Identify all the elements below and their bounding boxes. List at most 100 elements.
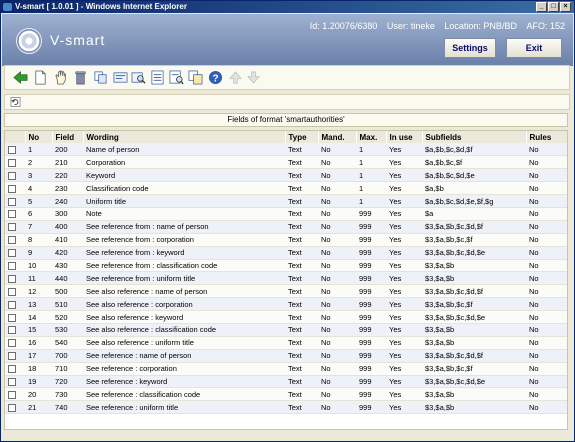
row-checkbox[interactable] — [8, 223, 16, 232]
header-subfields[interactable]: Subfields — [422, 131, 527, 143]
cell-wording: See also reference : corporation — [83, 297, 285, 312]
cell-in-use: Yes — [386, 143, 422, 157]
settings-button[interactable]: Settings — [444, 38, 496, 58]
table-row[interactable]: 9 420 See reference from : keyword Text No 99… — [5, 246, 567, 260]
search-list-icon[interactable] — [169, 70, 184, 85]
table-row[interactable]: 4 230 Classification code Text No 1 Yes $a,$b No — [5, 181, 567, 196]
table-row[interactable]: 12 500 See also reference : name of person… — [5, 284, 567, 299]
cell-rules: No — [526, 375, 567, 389]
minimize-button[interactable]: _ — [536, 2, 547, 12]
row-checkbox[interactable] — [8, 261, 16, 270]
undo-icon[interactable] — [10, 97, 21, 107]
new-document-icon[interactable] — [33, 70, 48, 85]
search-zoom-icon[interactable] — [131, 70, 146, 85]
table-row[interactable]: 11 440 See reference from : uniform title T… — [5, 271, 567, 286]
header-in-use[interactable]: In use — [386, 131, 423, 143]
cell-field: 200 — [52, 143, 83, 157]
cell-in-use: Yes — [386, 323, 422, 337]
app-header: V-smart Id: 1.20076/6380 User: tineke Lo… — [2, 14, 573, 66]
table-row[interactable]: 14 520 See also reference : keyword Text No 9… — [5, 310, 567, 324]
cell-wording: See also reference : keyword — [83, 310, 285, 324]
edit-list-icon[interactable] — [150, 70, 165, 85]
table-row[interactable]: 18 710 See reference : corporation Text No 99… — [5, 362, 567, 376]
table-row[interactable]: 17 700 See reference : name of person Text N… — [5, 349, 567, 363]
row-checkbox[interactable] — [8, 210, 16, 219]
cell-subfields: $a,$b,$c,$f — [422, 155, 526, 170]
move-up-icon[interactable] — [228, 70, 243, 85]
back-arrow-icon[interactable] — [13, 70, 28, 85]
row-checkbox[interactable] — [8, 171, 16, 180]
cell-field: 540 — [52, 336, 83, 350]
row-checkbox[interactable] — [8, 287, 16, 296]
exit-button[interactable]: Exit — [506, 38, 562, 58]
table-row[interactable]: 10 430 See reference from : classification… — [5, 259, 567, 273]
cell-wording: See reference : classification code — [83, 387, 285, 402]
row-checkbox[interactable] — [8, 339, 16, 348]
table-row[interactable]: 19 720 See reference : keyword Text No 999 Yes… — [5, 375, 567, 389]
cell-in-use: Yes — [386, 387, 422, 402]
row-checkbox[interactable] — [8, 274, 16, 283]
row-checkbox[interactable] — [8, 326, 16, 335]
header-field[interactable]: Field — [52, 131, 84, 143]
help-icon[interactable]: ? — [208, 70, 223, 85]
row-checkbox[interactable] — [8, 365, 16, 374]
cell-no: 15 — [25, 323, 52, 337]
cell-mand: No — [318, 400, 356, 415]
table-row[interactable]: 15 530 See also reference : classification… — [5, 323, 567, 337]
vsmart-logo-icon — [16, 28, 42, 54]
copy-icon[interactable] — [93, 70, 108, 85]
move-down-icon[interactable] — [246, 70, 261, 85]
header-type[interactable]: Type — [285, 131, 319, 143]
row-checkbox[interactable] — [8, 158, 16, 167]
cell-no: 9 — [25, 246, 52, 260]
header-no[interactable]: No — [25, 131, 53, 143]
table-row[interactable]: 8 410 See reference from : corporation Text… — [5, 233, 567, 247]
view-record-icon[interactable] — [113, 70, 128, 85]
cell-wording: See reference : keyword — [83, 375, 285, 389]
select-hand-icon[interactable] — [53, 70, 68, 85]
table-row[interactable]: 16 540 See also reference : uniform title T… — [5, 336, 567, 350]
cell-rules: No — [526, 284, 567, 299]
header-mand[interactable]: Mand. — [318, 131, 357, 143]
table-row[interactable]: 5 240 Uniform title Text No 1 Yes $a,$b,$c,$d,$… — [5, 194, 567, 208]
row-checkbox[interactable] — [8, 377, 16, 386]
cell-subfields: $3,$a,$b,$c,$f — [422, 233, 526, 247]
table-row[interactable]: 6 300 Note Text No 999 Yes $a No — [5, 207, 567, 221]
row-checkbox[interactable] — [8, 197, 16, 206]
cell-no: 13 — [25, 297, 52, 312]
cell-max: 999 — [356, 297, 386, 312]
maximize-button[interactable]: □ — [548, 2, 559, 12]
row-checkbox[interactable] — [8, 313, 16, 322]
table-row[interactable]: 13 510 See also reference : corporation Tex… — [5, 297, 567, 312]
row-checkbox[interactable] — [8, 403, 16, 412]
table-row[interactable]: 20 730 See reference : classification code… — [5, 387, 567, 402]
row-checkbox[interactable] — [8, 390, 16, 399]
row-checkbox[interactable] — [8, 145, 16, 154]
cell-max: 999 — [356, 207, 386, 221]
table-row[interactable]: 7 400 See reference from : name of person T… — [5, 220, 567, 234]
header-rules[interactable]: Rules — [526, 131, 567, 143]
close-window-button[interactable]: × — [560, 2, 571, 12]
table-row[interactable]: 2 210 Corporation Text No 1 Yes $a,$b,$c,$f No — [5, 155, 567, 170]
delete-trash-icon[interactable] — [73, 70, 88, 85]
svg-text:?: ? — [212, 73, 218, 84]
table-row[interactable]: 1 200 Name of person Text No 1 Yes $a,$b,$c,$d,… — [5, 143, 567, 157]
row-select-cell — [5, 310, 25, 324]
row-checkbox[interactable] — [8, 352, 16, 361]
row-checkbox[interactable] — [8, 184, 16, 193]
cell-max: 999 — [356, 220, 386, 234]
duplicate-icon[interactable] — [188, 70, 203, 85]
cell-wording: Name of person — [83, 143, 285, 157]
header-wording[interactable]: Wording — [83, 131, 286, 143]
table-row[interactable]: 3 220 Keyword Text No 1 Yes $a,$b,$c,$d,$e No — [5, 168, 567, 183]
header-max[interactable]: Max. — [356, 131, 387, 143]
table-row[interactable]: 21 740 See reference : uniform title Text No… — [5, 400, 567, 415]
cell-mand: No — [318, 246, 356, 260]
row-checkbox[interactable] — [8, 249, 16, 258]
row-checkbox[interactable] — [8, 236, 16, 245]
cell-wording: See also reference : uniform title — [83, 336, 285, 350]
cell-mand: No — [318, 143, 356, 157]
cell-no: 14 — [25, 310, 52, 324]
session-user: User: tineke — [386, 21, 435, 31]
row-checkbox[interactable] — [8, 300, 16, 309]
